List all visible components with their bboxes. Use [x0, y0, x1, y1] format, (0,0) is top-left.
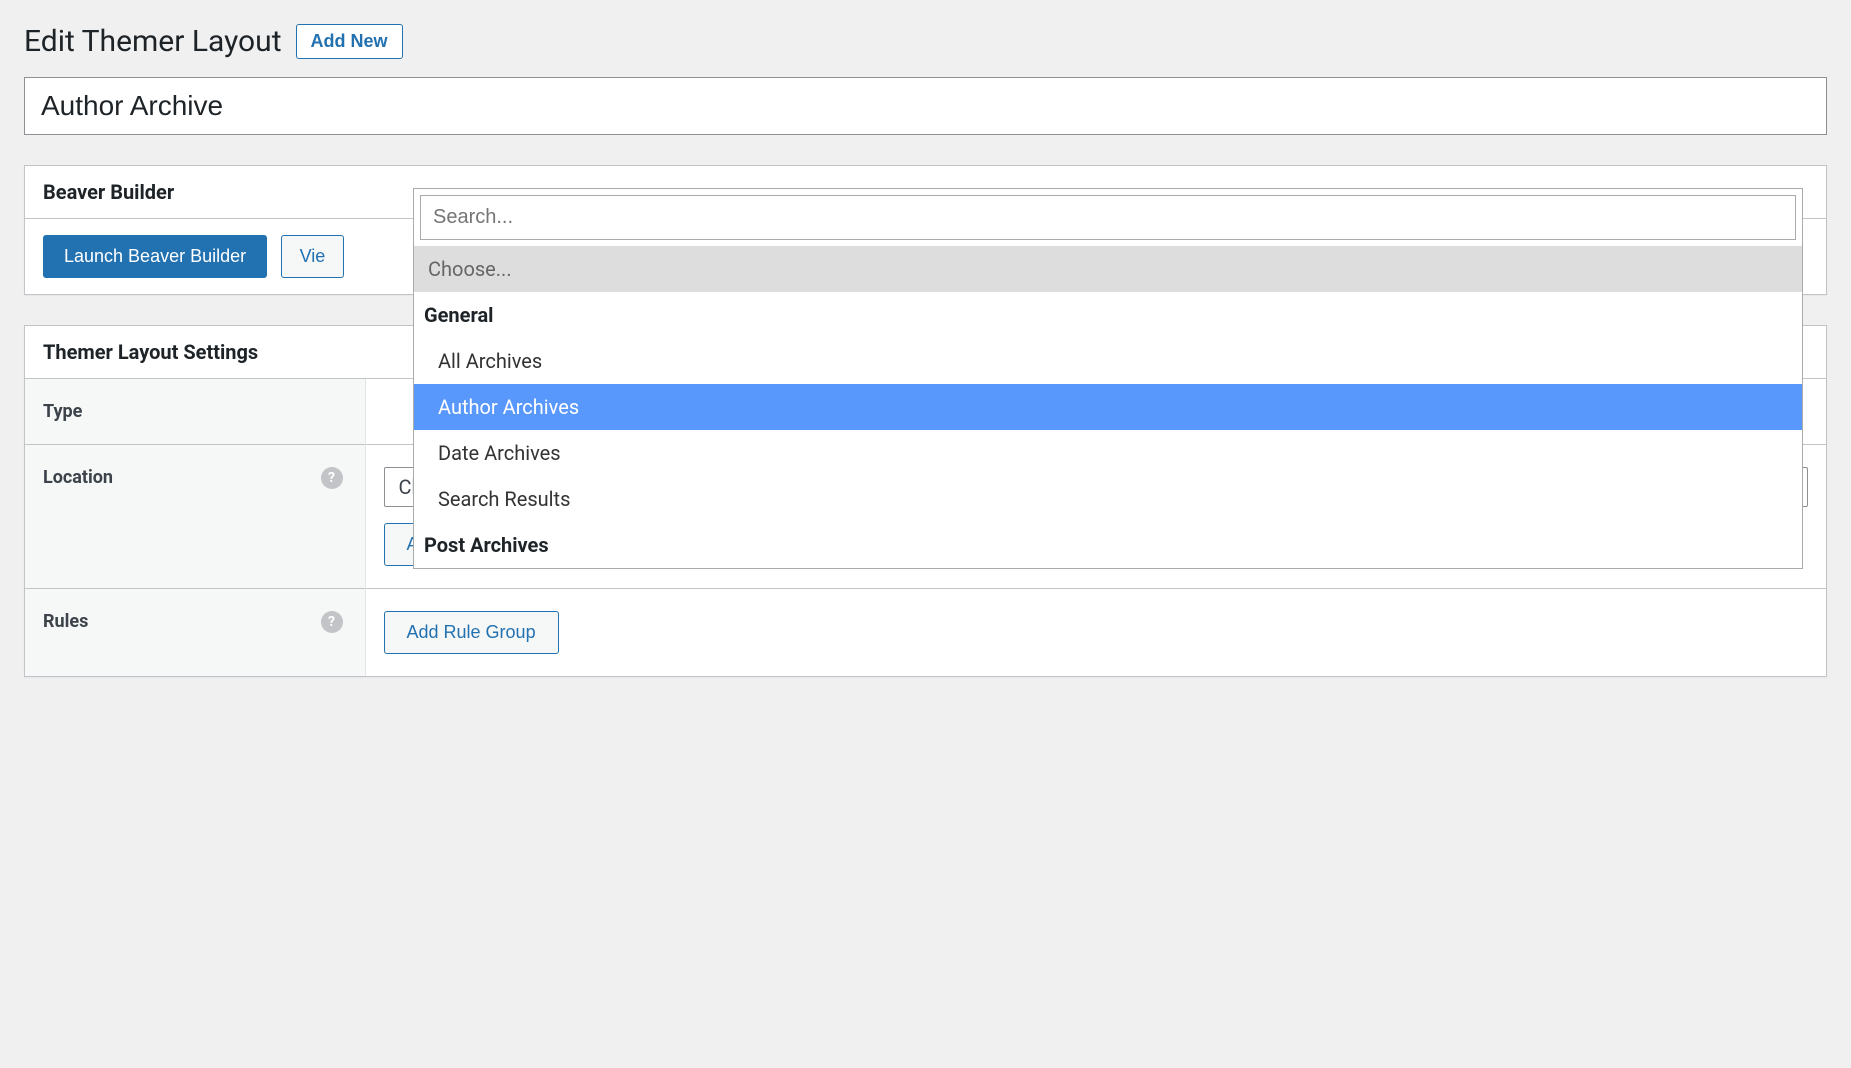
dropdown-option[interactable]: All Archives — [414, 338, 1802, 384]
dropdown-option[interactable]: Date Archives — [414, 430, 1802, 476]
help-icon[interactable]: ? — [321, 611, 343, 633]
row-rules: Rules ? Add Rule Group — [25, 589, 1826, 677]
location-dropdown-open: Choose...GeneralAll ArchivesAuthor Archi… — [413, 188, 1803, 569]
dropdown-group-label: General — [414, 292, 1802, 338]
dropdown-option[interactable]: Search Results — [414, 476, 1802, 522]
help-icon[interactable]: ? — [321, 467, 343, 489]
page-title: Edit Themer Layout — [24, 24, 282, 59]
add-new-button[interactable]: Add New — [296, 24, 403, 59]
location-label: Location — [43, 467, 113, 488]
dropdown-choose-placeholder[interactable]: Choose... — [414, 246, 1802, 292]
launch-beaver-builder-button[interactable]: Launch Beaver Builder — [43, 235, 267, 278]
dropdown-list: Choose...GeneralAll ArchivesAuthor Archi… — [414, 246, 1802, 568]
add-rule-group-button[interactable]: Add Rule Group — [384, 611, 559, 654]
type-label: Type — [43, 401, 82, 422]
dropdown-group-label: Post Archives — [414, 522, 1802, 568]
rules-label: Rules — [43, 611, 88, 632]
layout-title-input[interactable] — [24, 77, 1827, 135]
dropdown-search-input[interactable] — [420, 195, 1796, 240]
dropdown-option[interactable]: Author Archives — [414, 384, 1802, 430]
view-button-partial[interactable]: Vie — [281, 235, 345, 278]
